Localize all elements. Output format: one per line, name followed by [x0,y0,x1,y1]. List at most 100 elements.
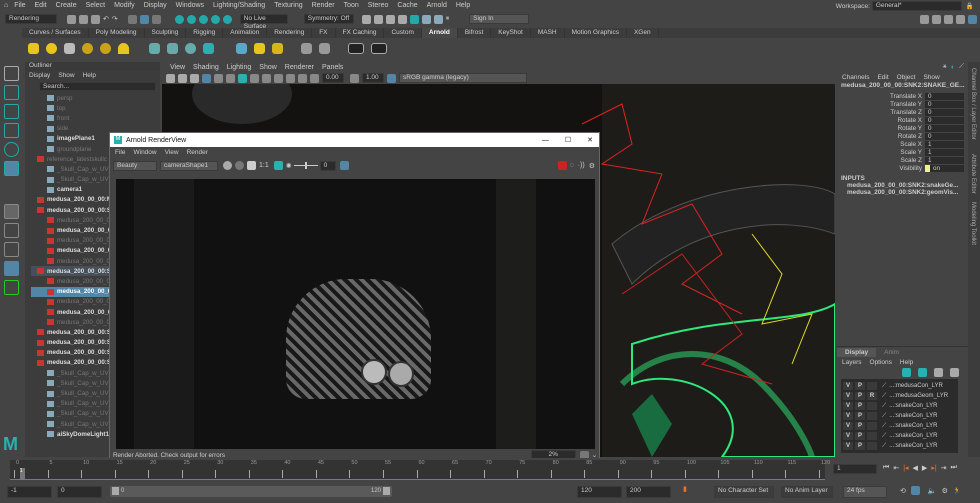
new-scene-icon[interactable] [67,14,76,24]
layer-row[interactable]: V P ⟋ ...:snakeCon_LYR [843,421,956,431]
channel-value[interactable]: 0 [925,116,964,124]
layer-row[interactable]: V P ⟋ ...:snakeCon_LYR [843,431,956,441]
curve-collector-icon[interactable] [185,42,196,54]
fps-dropdown[interactable]: 24 fps [843,486,887,498]
menu-1[interactable]: Edit [35,2,47,9]
layer-menu-1[interactable]: Options [870,359,892,366]
layer-p-toggle[interactable]: P [855,422,865,430]
menu-11[interactable]: Stereo [368,2,389,9]
save-scene-icon[interactable] [91,14,100,24]
exposure-input[interactable]: 0 [319,160,336,171]
select-object-icon[interactable] [139,14,149,24]
gamma-icon[interactable] [350,73,359,83]
layer-row[interactable]: V P ⟋ ...:snakeCon_LYR [843,411,956,421]
menu-6[interactable]: Windows [176,2,204,9]
channel-name[interactable]: Rotate X [837,117,925,124]
tab-channel-box[interactable]: Channel Box / Layer Editor [970,68,976,140]
tool-settings-icon[interactable] [956,14,965,24]
layer-r-toggle[interactable]: R [867,392,877,400]
color-space-icon[interactable] [339,161,349,170]
outliner-tab[interactable]: Outliner [25,62,160,71]
channelbox-menu-3[interactable]: Show [923,74,939,81]
layer-color-swatch[interactable]: ⟋ [882,383,886,390]
exposure-icon[interactable] [310,73,319,83]
camera-icon[interactable] [166,73,175,83]
maximize-icon[interactable]: ☐ [565,136,571,144]
menu-7[interactable]: Lighting/Shading [213,2,265,9]
viewport-menu-3[interactable]: Show [259,64,277,71]
manipulator-icon[interactable]: ⚹ [943,63,947,71]
physical-sky-icon[interactable] [118,42,129,54]
channel-name[interactable]: Translate X [837,93,925,100]
stop-render-icon[interactable] [557,161,567,170]
refresh-icon[interactable]: ◌ [570,162,574,169]
menu-14[interactable]: Help [456,2,470,9]
camera-attributes-icon[interactable] [178,73,187,83]
grid-icon[interactable] [202,73,211,83]
shelf-tab[interactable]: Rigging [186,28,224,38]
outliner-menu-2[interactable]: Help [83,72,96,79]
renderview-menu-2[interactable]: View [165,149,179,156]
move-down-icon[interactable] [950,367,959,377]
layer-menu-0[interactable]: Layers [842,359,862,366]
layer-color-swatch[interactable]: ⟋ [882,443,886,450]
layer-row[interactable]: V P R ⟋ ...:medusaGeom_LYR [843,391,956,401]
channel-value[interactable]: 1 [925,157,964,165]
anim-prefs-icon[interactable]: ⚙ [942,487,948,495]
hyper-icon[interactable]: ⟋ [959,63,964,71]
renderview-menu-3[interactable]: Render [187,149,208,156]
anim-layer-dropdown[interactable]: No Anim Layer [781,486,833,498]
tx-manager-icon[interactable] [301,42,312,54]
shelf-tab[interactable]: Sculpting [145,28,187,38]
channel-name[interactable]: Scale Z [837,157,925,164]
layer-v-toggle[interactable]: V [843,382,853,390]
menu-5[interactable]: Display [144,2,167,9]
pause-icon[interactable]: ⏸ [446,15,450,23]
layer-v-toggle[interactable]: V [843,402,853,410]
channelbox-menu-2[interactable]: Object [897,74,916,81]
viewport-menu-4[interactable]: Renderer [285,64,314,71]
xray-icon[interactable] [298,73,307,83]
render-image[interactable] [116,179,595,449]
layer-r-toggle[interactable] [867,422,877,430]
settings-gear-icon[interactable]: ⚙ [589,162,595,170]
scene-end-field[interactable]: 200 [626,486,671,498]
ipr-render-icon[interactable] [385,14,395,24]
outliner-item[interactable]: top [31,103,160,113]
ratio-button[interactable]: 1:1 [259,162,269,169]
skydome-light-icon[interactable] [82,42,93,54]
textured-icon[interactable] [250,73,259,83]
exposure-field[interactable]: 0.00 [322,73,344,83]
range-start-handle[interactable] [112,487,119,495]
layer-v-toggle[interactable]: V [843,422,853,430]
mesh-light-icon[interactable] [46,42,57,54]
shadows-icon[interactable] [274,73,283,83]
two-pane-layout-icon[interactable] [4,242,19,257]
aov-dropdown[interactable]: Beauty [113,160,157,171]
export-standin-icon[interactable] [167,42,178,54]
snap-surface-icon[interactable] [222,14,232,24]
viewport-menu-1[interactable]: Shading [193,64,219,71]
display-mode-icon[interactable] [235,161,244,170]
shelf-tab[interactable]: Poly Modeling [89,28,145,38]
step-back-key-icon[interactable]: ⇤ [893,464,899,472]
viewport-menu-0[interactable]: View [170,64,185,71]
input-node[interactable]: medusa_200_00_00:SNK2:snakeGe... [847,182,968,189]
redo-icon[interactable]: ↷ [112,15,118,23]
resolution-gate-icon[interactable] [214,73,223,83]
sign-in-button[interactable]: Sign In [469,14,530,24]
rotate-tool-icon[interactable] [4,142,19,157]
layer-color-swatch[interactable]: ⟋ [882,423,886,430]
isolate-select-icon[interactable] [286,73,295,83]
lock-icon[interactable]: 🔒 [966,2,974,10]
light-portal-icon[interactable] [100,42,111,54]
layer-row[interactable]: V P ⟋ ...:snakeCon_LYR [843,401,956,411]
channel-value[interactable]: 0 [925,108,964,116]
menu-4[interactable]: Modify [114,2,135,9]
channel-value[interactable]: on [925,165,964,173]
channelbox-menu-1[interactable]: Edit [877,74,888,81]
single-perspective-layout-icon[interactable] [4,204,19,219]
current-frame-marker[interactable]: 1 [19,468,25,479]
layer-p-toggle[interactable]: P [855,442,865,450]
new-layer-icon[interactable] [902,367,911,377]
